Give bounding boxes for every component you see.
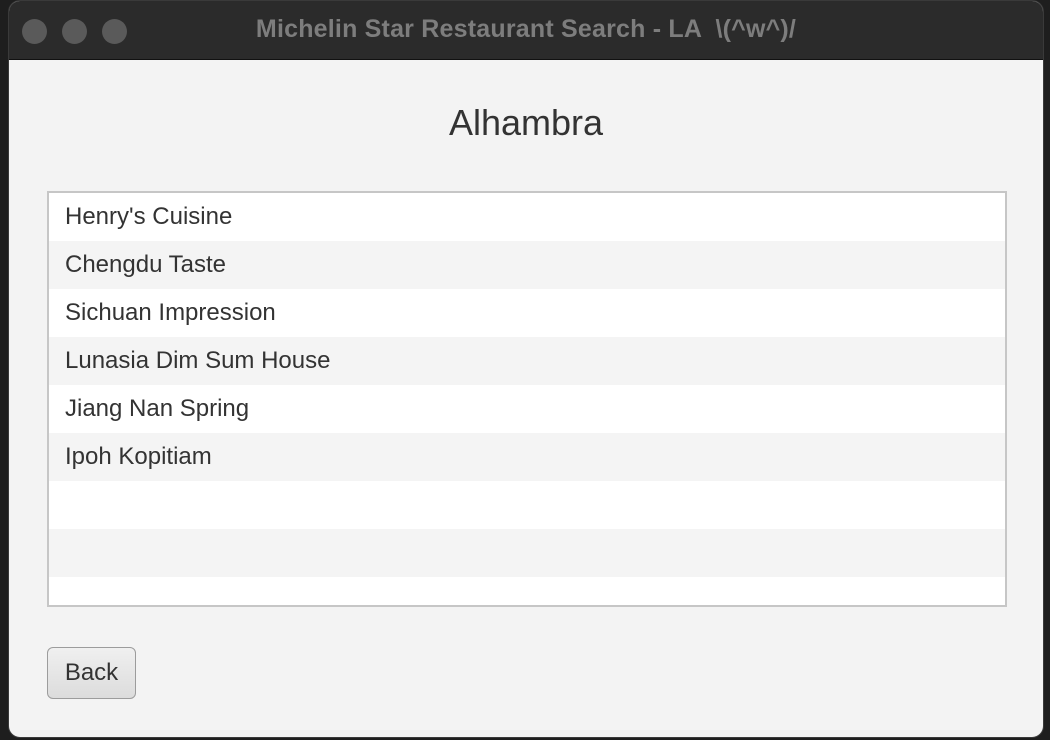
empty-list-row xyxy=(49,577,1005,605)
empty-list-row xyxy=(49,529,1005,577)
title-bar[interactable]: Michelin Star Restaurant Search - LA \(^… xyxy=(9,1,1043,60)
list-item[interactable]: Jiang Nan Spring xyxy=(49,385,1005,433)
restaurant-list[interactable]: Henry's Cuisine Chengdu Taste Sichuan Im… xyxy=(47,191,1007,607)
list-item[interactable]: Sichuan Impression xyxy=(49,289,1005,337)
list-item[interactable]: Ipoh Kopitiam xyxy=(49,433,1005,481)
page-title: Alhambra xyxy=(448,102,604,143)
window-title: Michelin Star Restaurant Search - LA \(^… xyxy=(255,15,797,43)
back-button[interactable]: Back xyxy=(47,647,136,699)
list-item[interactable]: Henry's Cuisine xyxy=(49,193,1005,241)
list-item[interactable]: Chengdu Taste xyxy=(49,241,1005,289)
empty-list-row xyxy=(49,481,1005,529)
app-window: Michelin Star Restaurant Search - LA \(^… xyxy=(8,0,1044,738)
list-item[interactable]: Lunasia Dim Sum House xyxy=(49,337,1005,385)
